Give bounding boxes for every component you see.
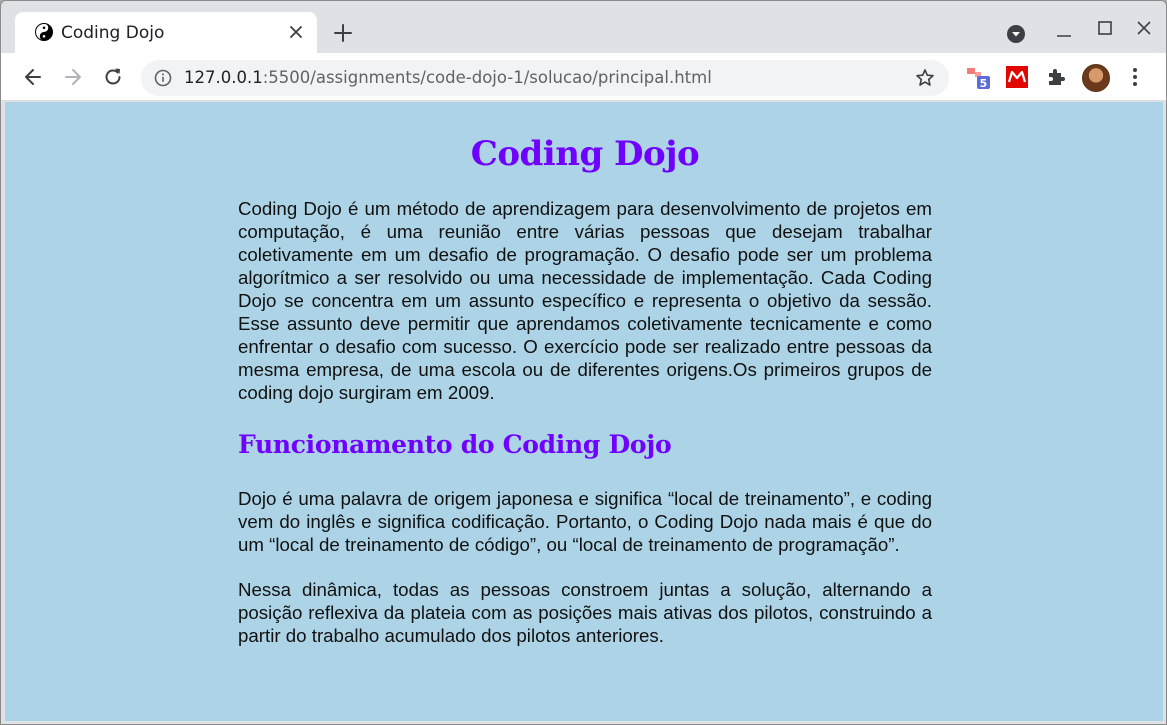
- maximize-icon[interactable]: [1095, 18, 1115, 38]
- forward-arrow-icon[interactable]: [62, 66, 84, 88]
- page-title: Coding Dojo: [470, 134, 700, 174]
- close-icon[interactable]: [287, 23, 305, 41]
- tab-search-icon[interactable]: [1006, 24, 1026, 44]
- url-text[interactable]: 127.0.0.1:5500/assignments/code-dojo-1/s…: [184, 68, 712, 87]
- url-path: :5500/assignments/code-dojo-1/solucao/pr…: [262, 68, 712, 87]
- page-viewport: Coding Dojo Coding Dojo é um método de a…: [5, 102, 1163, 721]
- new-tab-plus-icon[interactable]: [332, 22, 354, 44]
- article: Coding Dojo Coding Dojo é um método de a…: [238, 102, 932, 647]
- yin-yang-icon: [35, 23, 53, 41]
- section-heading: Funcionamento do Coding Dojo: [238, 430, 672, 459]
- puzzle-extensions-icon[interactable]: [1045, 65, 1069, 89]
- paragraph-dynamics: Nessa dinâmica, todas as pessoas constro…: [238, 579, 932, 646]
- tab-strip: Coding Dojo: [1, 1, 1166, 54]
- window-close-icon[interactable]: [1134, 18, 1154, 38]
- bookmark-star-icon[interactable]: [915, 68, 935, 88]
- extension-badge-count: 5: [980, 77, 988, 89]
- mendeley-icon[interactable]: [1005, 65, 1029, 89]
- url-host: 127.0.0.1: [184, 68, 263, 87]
- reload-icon[interactable]: [102, 66, 124, 88]
- kebab-menu-icon[interactable]: [1125, 66, 1145, 88]
- profile-avatar[interactable]: [1082, 64, 1110, 92]
- back-arrow-icon[interactable]: [22, 66, 44, 88]
- tab-title: Coding Dojo: [61, 23, 165, 43]
- intro-paragraph: Coding Dojo é um método de aprendizagem …: [238, 198, 932, 403]
- tab-coding-dojo[interactable]: Coding Dojo: [15, 12, 317, 54]
- browser-toolbar: 127.0.0.1:5500/assignments/code-dojo-1/s…: [1, 53, 1166, 101]
- browser-window: Coding Dojo 127.0.0.1:5500/assignments/c…: [0, 0, 1167, 725]
- extension-badge-icon[interactable]: 5: [966, 65, 990, 89]
- info-icon[interactable]: [154, 69, 172, 87]
- window-bottom-edge: [1, 721, 1166, 724]
- minimize-icon[interactable]: [1054, 23, 1074, 43]
- paragraph-origin: Dojo é uma palavra de origem japonesa e …: [238, 488, 932, 555]
- address-bar[interactable]: 127.0.0.1:5500/assignments/code-dojo-1/s…: [141, 60, 949, 96]
